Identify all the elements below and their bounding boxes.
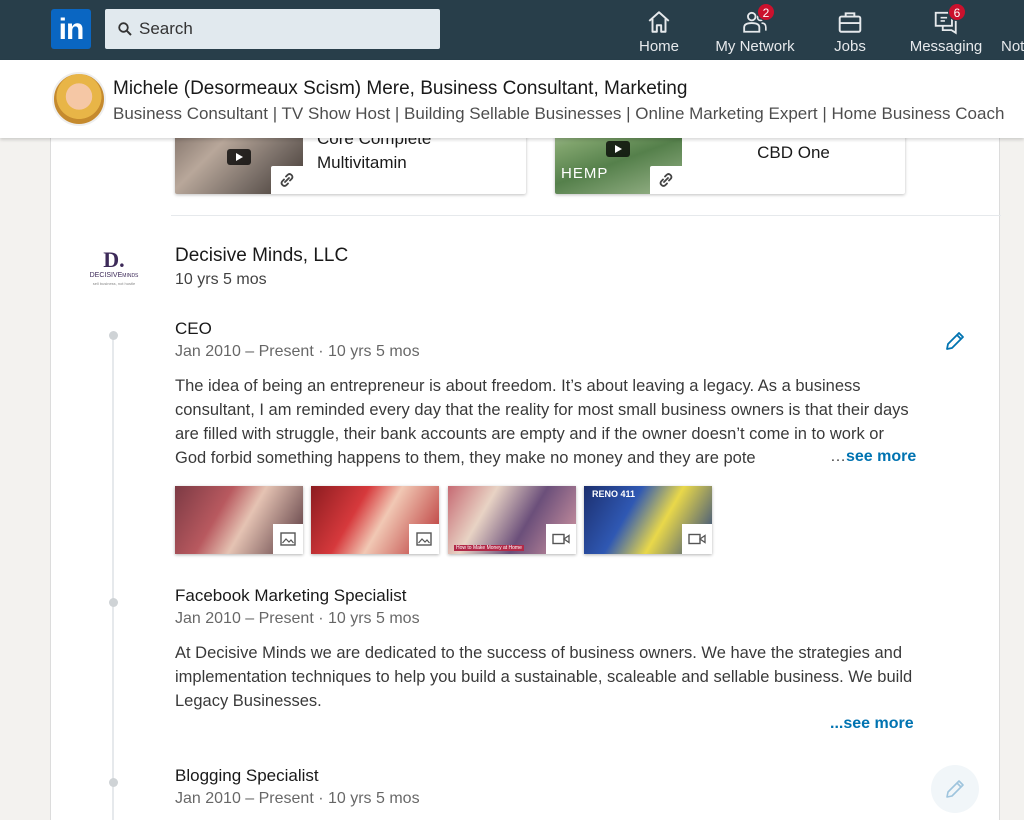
thumbnail-caption: HEMP	[561, 165, 609, 182]
media-tile-caption: How to Make Money at Home	[454, 545, 524, 551]
media-type-chip	[546, 524, 576, 554]
role-title: CEO	[175, 319, 212, 338]
see-more-ellipsis: ...	[830, 715, 844, 732]
nav-notifications[interactable]: Not	[996, 0, 1024, 60]
nav-messaging[interactable]: 6 Messaging	[906, 0, 986, 60]
link-chip	[650, 166, 682, 194]
see-more-link[interactable]: …see more	[828, 448, 917, 466]
search-box[interactable]	[105, 9, 440, 49]
link-icon	[659, 173, 673, 187]
timeline-line	[112, 337, 114, 820]
linkedin-logo[interactable]: in	[51, 9, 91, 49]
see-more-link[interactable]: ...see more	[830, 715, 914, 733]
timeline-dot	[109, 778, 118, 787]
logo-word-b: MINDS	[122, 273, 139, 279]
briefcase-icon	[838, 12, 862, 33]
featured-media-title: CBD One	[757, 143, 830, 162]
media-type-chip	[273, 524, 303, 554]
timeline-dot	[109, 331, 118, 340]
featured-media-title-line2: Multivitamin	[317, 153, 407, 172]
see-more-ellipsis: …	[830, 448, 846, 465]
link-chip	[271, 166, 303, 194]
role-dates: Jan 2010 – Present · 10 yrs 5 mos	[175, 790, 420, 807]
company-logo[interactable]: D. DECISIVEMINDS sell business, not hust…	[81, 249, 147, 299]
play-icon	[606, 141, 630, 157]
global-nav: in Home 2 My Network Jobs 6 Messaging No…	[0, 0, 1024, 60]
nav-jobs[interactable]: Jobs	[820, 0, 880, 60]
nav-messaging-label: Messaging	[909, 38, 983, 55]
search-icon	[118, 22, 132, 36]
media-tile[interactable]: How to Make Money at Home	[448, 486, 576, 554]
media-tile[interactable]: RENO 411	[584, 486, 712, 554]
nav-home[interactable]: Home	[627, 0, 691, 60]
search-input[interactable]	[137, 9, 432, 49]
company-logo-tagline: sell business, not hustle	[92, 281, 136, 286]
role-description: At Decisive Minds we are dedicated to th…	[175, 644, 913, 710]
profile-name: Michele (Desormeaux Scism) Mere, Busines…	[113, 78, 688, 99]
role-dates: Jan 2010 – Present · 10 yrs 5 mos	[175, 343, 420, 360]
logo-word-a: DECISIVE	[89, 272, 123, 279]
messaging-badge: 6	[948, 3, 966, 21]
media-type-chip	[409, 524, 439, 554]
company-name[interactable]: Decisive Minds, LLC	[175, 245, 348, 267]
video-icon	[688, 533, 706, 545]
role-dates: Jan 2010 – Present · 10 yrs 5 mos	[175, 610, 420, 627]
media-tile-caption: RENO 411	[592, 489, 636, 499]
media-type-chip	[682, 524, 712, 554]
play-icon	[227, 149, 251, 165]
nav-notifications-label: Not	[1001, 38, 1024, 55]
pencil-icon	[946, 332, 964, 350]
profile-headline: Business Consultant | TV Show Host | Bui…	[113, 104, 1005, 123]
nav-my-network-label: My Network	[715, 38, 795, 55]
home-icon	[648, 11, 670, 33]
video-icon	[552, 533, 570, 545]
avatar[interactable]	[52, 72, 106, 126]
nav-home-label: Home	[638, 38, 679, 55]
role-title: Facebook Marketing Specialist	[175, 586, 407, 605]
media-tile[interactable]	[175, 486, 303, 554]
role-description: The idea of being an entrepreneur is abo…	[175, 377, 909, 467]
edit-position-button[interactable]	[931, 765, 979, 813]
image-icon	[280, 532, 296, 546]
media-tile[interactable]	[311, 486, 439, 554]
edit-position-button[interactable]	[937, 323, 973, 359]
company-duration: 10 yrs 5 mos	[175, 271, 267, 288]
network-badge: 2	[757, 3, 775, 21]
role-title: Blogging Specialist	[175, 766, 319, 785]
nav-my-network[interactable]: 2 My Network	[712, 0, 798, 60]
experience-section: Core Complete Multivitamin HEMP CBD One …	[50, 101, 1001, 820]
company-logo-wordmark: DECISIVEMINDS	[81, 271, 147, 281]
image-icon	[416, 532, 432, 546]
link-icon	[280, 173, 294, 187]
see-more-label: see more	[843, 715, 914, 732]
timeline-dot	[109, 598, 118, 607]
profile-sticky-header: Michele (Desormeaux Scism) Mere, Busines…	[0, 60, 1024, 138]
company-logo-letter: D.	[103, 247, 125, 272]
nav-jobs-label: Jobs	[834, 38, 866, 55]
divider	[171, 215, 1001, 216]
see-more-label: see more	[846, 448, 917, 465]
pencil-icon	[946, 780, 964, 798]
